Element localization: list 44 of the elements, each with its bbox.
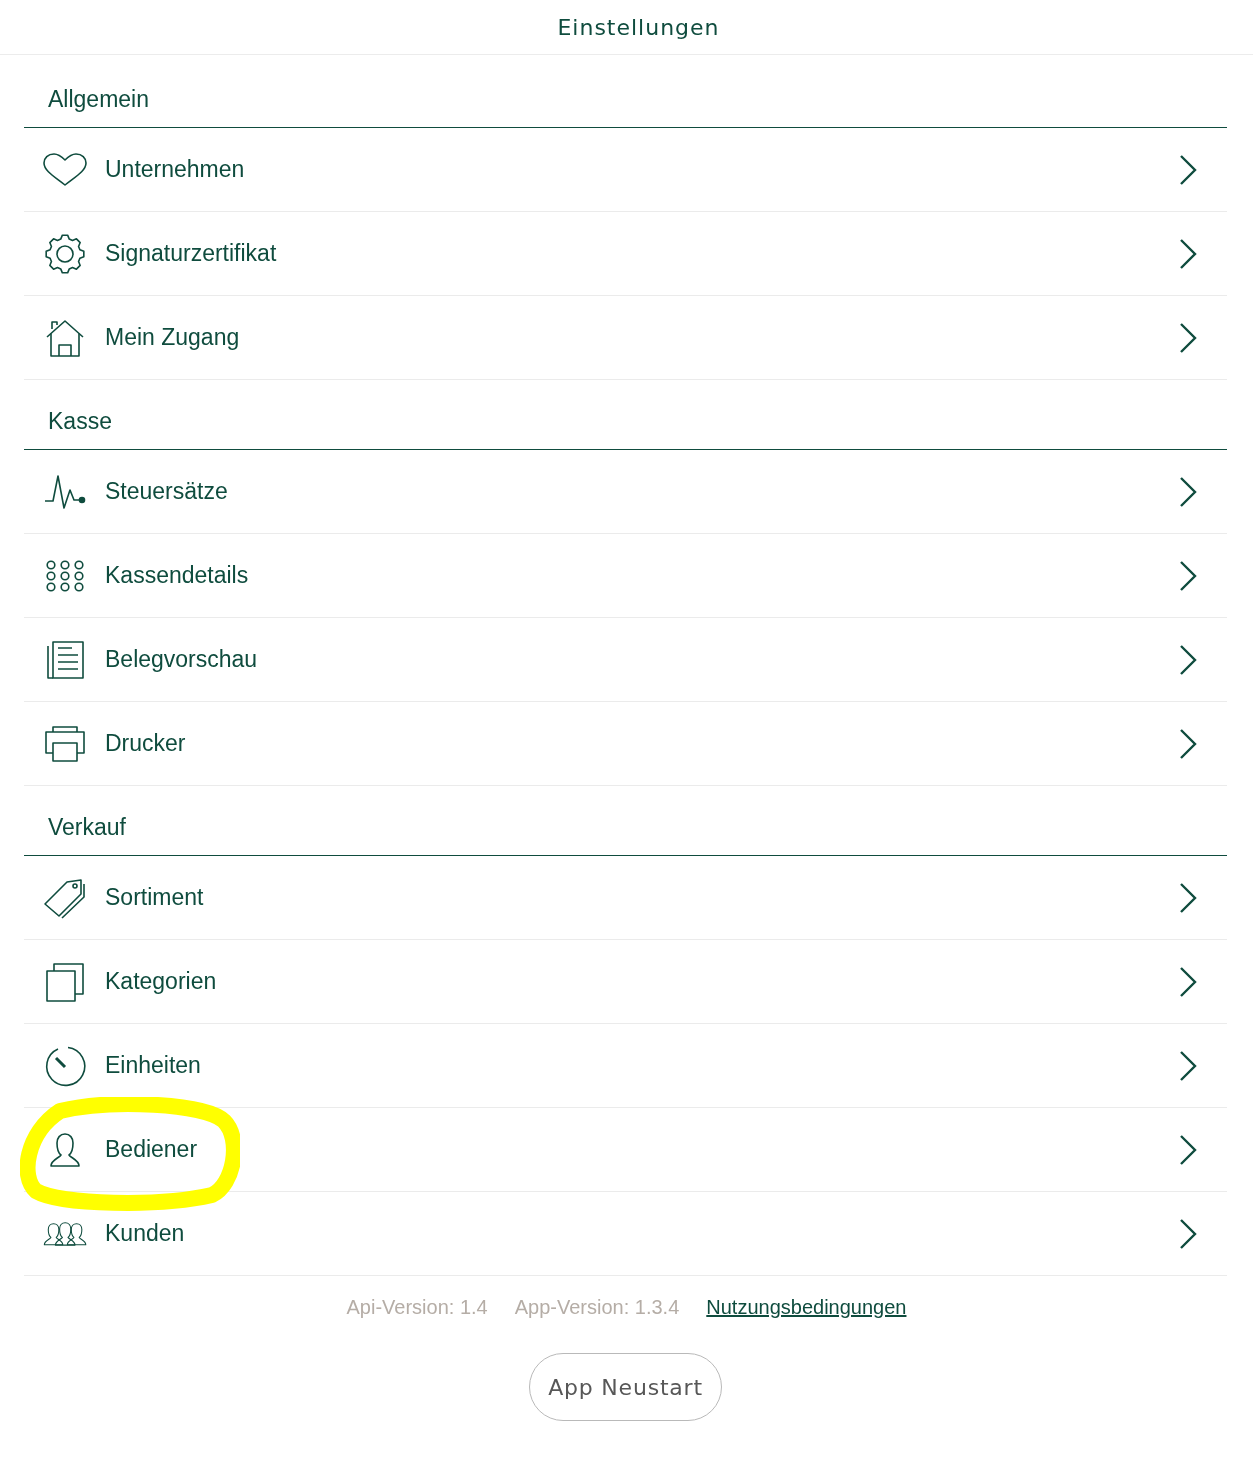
- document-list-icon: [46, 640, 84, 679]
- settings-item[interactable]: Belegvorschau: [24, 618, 1227, 702]
- app-version-text: App-Version: 1.3.4: [514, 1295, 680, 1320]
- settings-item[interactable]: Drucker: [24, 702, 1227, 786]
- chevron-right-icon: [1179, 559, 1197, 592]
- settings-item[interactable]: Kunden: [24, 1192, 1227, 1276]
- chevron-right-icon: [1179, 643, 1197, 676]
- chevron-right-icon: [1179, 475, 1197, 508]
- stopwatch-icon: [44, 1044, 86, 1087]
- chevron-right-icon: [1179, 965, 1197, 998]
- page-title: Einstellungen: [556, 14, 720, 40]
- person-icon: [49, 1132, 81, 1167]
- settings-item[interactable]: Einheiten: [24, 1024, 1227, 1108]
- terms-link[interactable]: Nutzungsbedingungen: [706, 1294, 907, 1320]
- settings-item[interactable]: Unternehmen: [24, 128, 1227, 212]
- gear-icon: [45, 233, 85, 274]
- chevron-right-icon: [1179, 237, 1197, 270]
- section-heading: Verkauf: [24, 786, 1227, 856]
- api-version-text: Api-Version: 1.4: [346, 1295, 488, 1320]
- settings-item[interactable]: Sortiment: [24, 856, 1227, 940]
- chevron-right-icon: [1179, 153, 1197, 186]
- section-heading: Allgemein: [24, 58, 1227, 128]
- stacked-squares-icon: [46, 961, 84, 1002]
- settings-item[interactable]: Signaturzertifikat: [24, 212, 1227, 296]
- settings-item[interactable]: Bediener: [24, 1108, 1227, 1192]
- section-heading: Kasse: [24, 380, 1227, 450]
- people-group-icon: [43, 1221, 87, 1246]
- chevron-right-icon: [1179, 727, 1197, 760]
- settings-item[interactable]: Kategorien: [24, 940, 1227, 1024]
- settings-item[interactable]: Mein Zugang: [24, 296, 1227, 380]
- chevron-right-icon: [1179, 881, 1197, 914]
- restart-button[interactable]: App Neustart: [529, 1353, 722, 1421]
- house-icon: [46, 318, 84, 357]
- settings-item[interactable]: Steuersätze: [24, 450, 1227, 534]
- price-tag-icon: [43, 876, 87, 919]
- dot-grid-icon: [46, 559, 84, 592]
- chevron-right-icon: [1179, 1217, 1197, 1250]
- chevron-right-icon: [1179, 1133, 1197, 1166]
- printer-icon: [44, 725, 86, 762]
- chevron-right-icon: [1179, 321, 1197, 354]
- pulse-line-icon: [44, 473, 86, 510]
- settings-item[interactable]: Kassendetails: [24, 534, 1227, 618]
- chevron-right-icon: [1179, 1049, 1197, 1082]
- heart-icon: [43, 152, 87, 187]
